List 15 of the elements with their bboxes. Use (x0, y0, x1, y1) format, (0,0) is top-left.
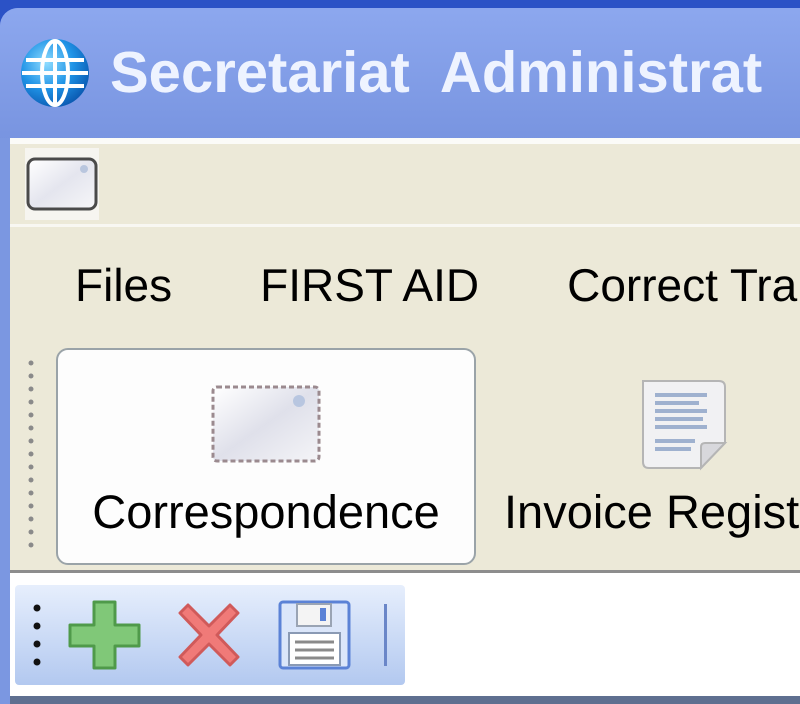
menu-item[interactable]: Files (31, 262, 216, 308)
plus-icon (67, 599, 142, 671)
add-button[interactable] (67, 599, 142, 671)
save-button[interactable] (277, 599, 352, 671)
envelope-icon (211, 385, 321, 463)
window-title: Secretariat Administrat (110, 44, 762, 102)
menu-item[interactable]: Correct Tra (523, 262, 800, 308)
grip-handle[interactable] (33, 603, 41, 667)
save-icon (277, 599, 352, 671)
menu-item[interactable]: FIRST AID (216, 262, 524, 308)
globe-icon (20, 38, 90, 108)
window-menu-button[interactable] (25, 148, 99, 220)
envelope-icon (26, 157, 98, 211)
module-button[interactable]: Correspondence (56, 348, 476, 565)
module-button[interactable]: Invoice Regist (484, 348, 800, 565)
